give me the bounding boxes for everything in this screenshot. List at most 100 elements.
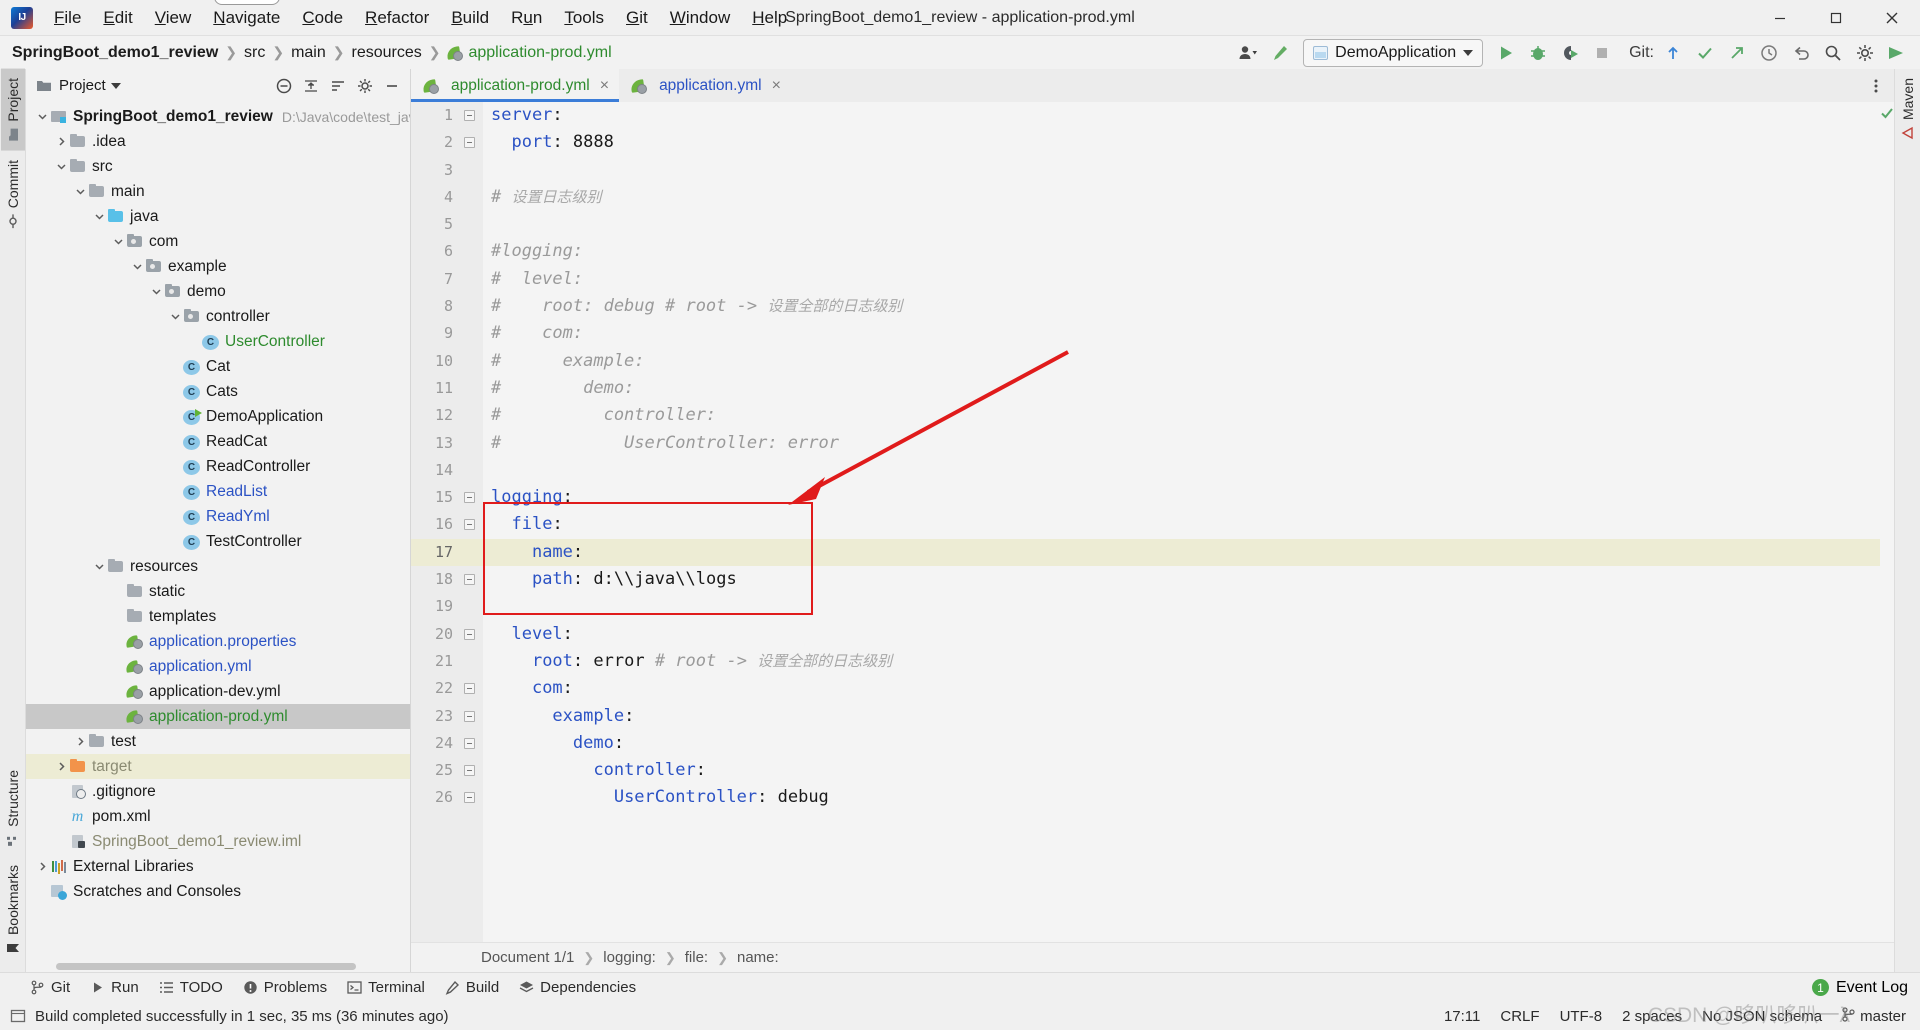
line-number[interactable]: 26 <box>411 784 483 811</box>
tree-node-readlist[interactable]: ReadList <box>26 479 410 504</box>
line-number[interactable]: 23 <box>411 703 483 730</box>
code-line[interactable]: UserController: debug <box>491 784 1880 811</box>
line-number[interactable]: 19 <box>411 593 483 620</box>
code-line[interactable]: # controller: <box>491 402 1880 429</box>
line-number[interactable]: 13 <box>411 430 483 457</box>
settings-gear-icon[interactable] <box>353 75 377 97</box>
sidebar-item-commit[interactable]: Commit <box>1 151 25 237</box>
tree-node-templates[interactable]: templates <box>26 604 410 629</box>
hide-icon[interactable] <box>380 75 404 97</box>
code-line[interactable] <box>491 211 1880 238</box>
code-line[interactable] <box>491 457 1880 484</box>
minimize-button[interactable] <box>1752 0 1808 35</box>
tree-node-demo[interactable]: demo <box>26 279 410 304</box>
sort-icon[interactable] <box>326 75 350 97</box>
editor-tab-bar[interactable]: application-prod.yml × application.yml × <box>411 69 1894 102</box>
menu-bar[interactable]: File Edit View Navigate Code Refactor Build Run… <box>43 0 798 35</box>
code-line[interactable]: name: <box>483 538 1880 567</box>
breadcrumb-item-4[interactable]: application-prod.yml <box>447 44 612 62</box>
sidebar-item-project[interactable]: Project <box>0 69 25 151</box>
tree-node-resources[interactable]: resources <box>26 554 410 579</box>
code-fold-toggle-icon[interactable] <box>464 628 475 640</box>
code-fold-toggle-icon[interactable] <box>464 574 475 586</box>
code-fold-toggle-icon[interactable] <box>464 710 475 722</box>
code-fold-toggle-icon[interactable] <box>464 519 475 531</box>
tree-node-scratches-and-consoles[interactable]: Scratches and Consoles <box>26 879 410 904</box>
chevron-down-icon[interactable] <box>91 211 107 222</box>
tool-window-button-dependencies[interactable]: Dependencies <box>519 979 636 996</box>
tree-node-readcontroller[interactable]: ReadController <box>26 454 410 479</box>
code-with-me-icon[interactable] <box>1882 39 1912 67</box>
collapse-all-icon[interactable] <box>272 75 296 97</box>
line-number[interactable]: 25 <box>411 757 483 784</box>
undo-icon[interactable] <box>1786 39 1816 67</box>
line-number[interactable]: 18 <box>411 566 483 593</box>
expand-icon[interactable] <box>299 75 323 97</box>
line-number[interactable]: 12 <box>411 402 483 429</box>
tree-node-example[interactable]: example <box>26 254 410 279</box>
tree-node-pom-xml[interactable]: pom.xml <box>26 804 410 829</box>
tree-node-main[interactable]: main <box>26 179 410 204</box>
tree-node-external-libraries[interactable]: External Libraries <box>26 854 410 879</box>
history-clock-icon[interactable] <box>1754 39 1784 67</box>
caret-position[interactable]: 17:11 <box>1444 1008 1480 1025</box>
editor-markup-gutter[interactable] <box>1880 102 1894 942</box>
code-line[interactable]: # example: <box>491 348 1880 375</box>
editor-breadcrumb-item-3[interactable]: name: <box>737 949 779 966</box>
line-number[interactable]: 11 <box>411 375 483 402</box>
hammer-icon[interactable] <box>1265 39 1295 67</box>
code-line[interactable]: # 设置日志级别 <box>491 184 1880 211</box>
more-options-icon[interactable] <box>1864 75 1888 97</box>
code-line[interactable]: # com: <box>491 320 1880 347</box>
chevron-down-icon[interactable] <box>34 111 50 122</box>
code-line[interactable]: file: <box>491 511 1880 538</box>
chevron-down-icon[interactable] <box>167 311 183 322</box>
tree-node-static[interactable]: static <box>26 579 410 604</box>
line-number[interactable]: 3 <box>411 157 483 184</box>
file-encoding[interactable]: UTF-8 <box>1560 1008 1603 1025</box>
chevron-down-icon[interactable] <box>72 186 88 197</box>
menu-item-navigate[interactable]: Navigate <box>202 2 291 34</box>
line-number[interactable]: 6 <box>411 238 483 265</box>
sidebar-item-structure[interactable]: Structure <box>1 761 25 856</box>
tree-node--idea[interactable]: .idea <box>26 129 410 154</box>
menu-item-edit[interactable]: Edit <box>92 2 143 34</box>
breadcrumb-item-2[interactable]: main <box>291 44 326 62</box>
indent-setting[interactable]: 2 spaces <box>1622 1008 1682 1025</box>
push-arrow-icon[interactable] <box>1722 39 1752 67</box>
code-line[interactable]: controller: <box>491 757 1880 784</box>
tree-node-com[interactable]: com <box>26 229 410 254</box>
code-fold-toggle-icon[interactable] <box>464 683 475 695</box>
settings-gear-icon[interactable] <box>1850 39 1880 67</box>
tree-node-cats[interactable]: Cats <box>26 379 410 404</box>
breadcrumb-item-1[interactable]: src <box>244 44 265 62</box>
close-button[interactable] <box>1864 0 1920 35</box>
editor-tab-application-prod-yml[interactable]: application-prod.yml × <box>411 69 620 102</box>
chevron-down-icon[interactable] <box>53 161 69 172</box>
code-line[interactable]: example: <box>491 703 1880 730</box>
code-fold-toggle-icon[interactable] <box>464 137 475 149</box>
code-fold-toggle-icon[interactable] <box>464 737 475 749</box>
code-line[interactable]: # level: <box>491 266 1880 293</box>
line-number[interactable]: 17 <box>411 538 483 567</box>
code-line[interactable] <box>491 157 1880 184</box>
tool-window-button-build[interactable]: Build <box>445 979 499 996</box>
tree-node-target[interactable]: target <box>26 754 410 779</box>
line-number[interactable]: 5 <box>411 211 483 238</box>
tree-node-usercontroller[interactable]: UserController <box>26 329 410 354</box>
line-number[interactable]: 24 <box>411 730 483 757</box>
line-number[interactable]: 7 <box>411 266 483 293</box>
breadcrumb[interactable]: SpringBoot_demo1_review ❯ src ❯ main ❯ resourc… <box>12 44 612 62</box>
chevron-right-icon[interactable] <box>34 861 50 872</box>
code-line[interactable]: server: <box>491 102 1880 129</box>
tree-node-readcat[interactable]: ReadCat <box>26 429 410 454</box>
code-line[interactable]: com: <box>491 675 1880 702</box>
menu-item-view[interactable]: View <box>144 2 203 34</box>
tree-node-application-prod-yml[interactable]: application-prod.yml <box>26 704 410 729</box>
code-content[interactable]: server: port: 8888 # 设置日志级别 #logging: # l… <box>483 102 1880 942</box>
chevron-down-icon[interactable] <box>110 82 121 89</box>
tool-window-bar[interactable]: Git Run TODO Problems Terminal Build Dependenc… <box>0 972 1920 1002</box>
tree-node-demoapplication[interactable]: DemoApplication <box>26 404 410 429</box>
breadcrumb-item-3[interactable]: resources <box>352 44 422 62</box>
editor-breadcrumb-item-2[interactable]: file: <box>685 949 708 966</box>
